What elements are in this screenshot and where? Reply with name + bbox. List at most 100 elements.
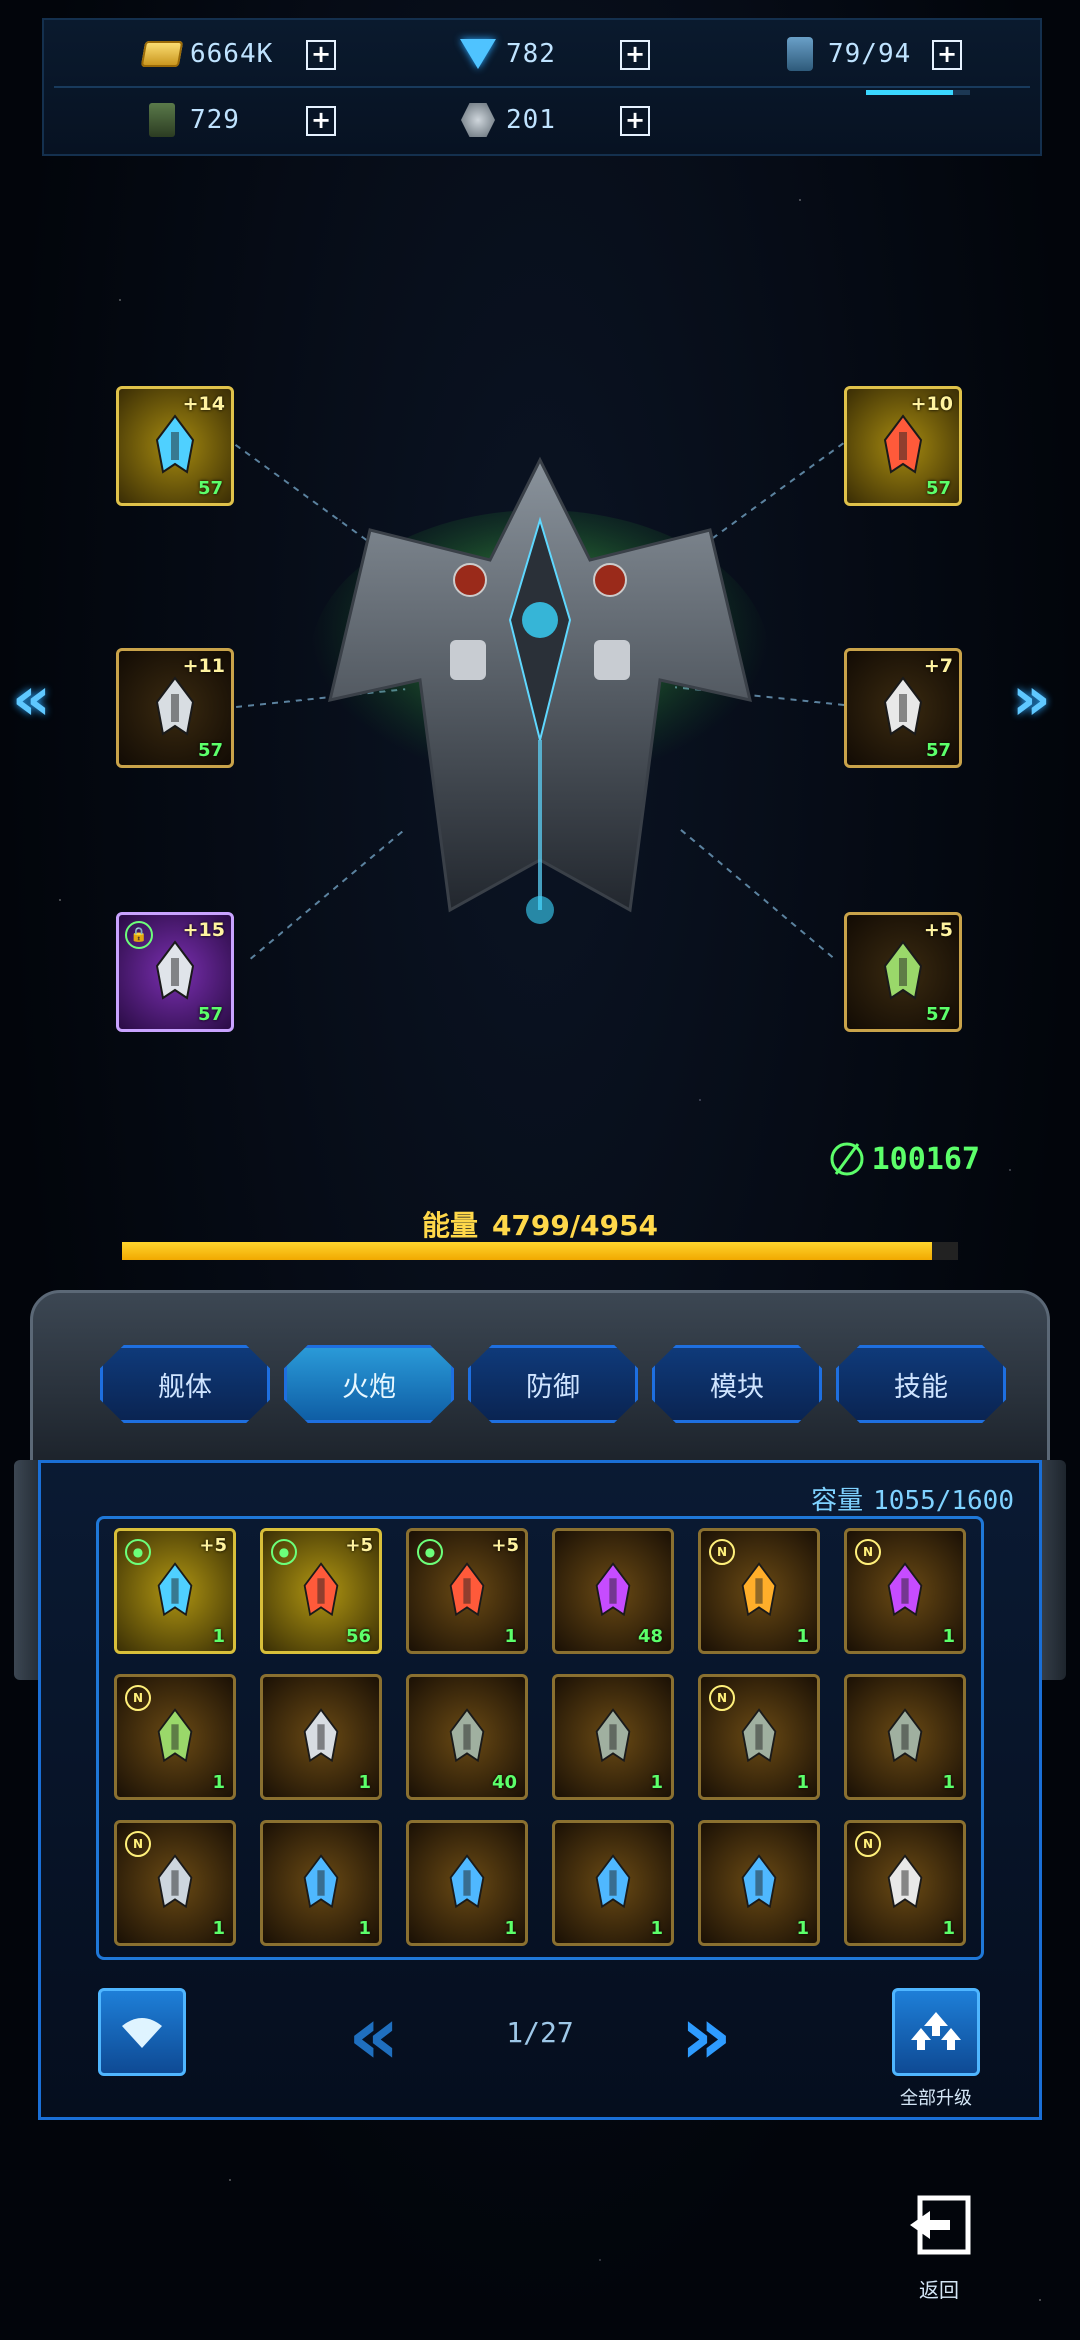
tab-skill[interactable]: 技能 (836, 1345, 1006, 1423)
gold-icon (140, 34, 184, 74)
resource-bar: 6664K + 782 + 79/94 + 729 + 201 + (42, 18, 1042, 156)
slot-count: 57 (197, 478, 223, 499)
energy-bar (122, 1242, 958, 1260)
add-gems-button[interactable]: + (620, 40, 650, 70)
slot-count: 57 (197, 1004, 223, 1025)
item-count: 1 (942, 1626, 955, 1647)
inventory-item[interactable]: 48 (552, 1528, 674, 1654)
item-level: +5 (199, 1535, 227, 1556)
fuel-progress-bar (866, 90, 970, 95)
equipped-slot[interactable]: +5 57 (844, 912, 962, 1032)
fuel-resource: 79/94 (780, 30, 911, 78)
inventory-item[interactable]: ● +5 1 (114, 1528, 236, 1654)
inventory-item[interactable]: ● +5 56 (260, 1528, 382, 1654)
new-badge: N (125, 1685, 151, 1711)
next-page-arrow[interactable]: » (680, 1996, 732, 2076)
shield-module-icon (449, 1708, 485, 1763)
combat-power-value: 100167 (871, 1141, 980, 1177)
inventory-item[interactable]: 1 (406, 1820, 528, 1946)
item-count: 1 (942, 1918, 955, 1939)
inventory-item[interactable]: 1 (260, 1674, 382, 1800)
upgrade-arrows-icon (911, 2012, 961, 2050)
slot-count: 57 (925, 478, 951, 499)
auto-equip-button[interactable] (98, 1988, 186, 2076)
item-count: 1 (942, 1772, 955, 1793)
tab-module[interactable]: 模块 (652, 1345, 822, 1423)
inventory-item[interactable]: 1 (844, 1674, 966, 1800)
item-count: 1 (650, 1772, 663, 1793)
engine-cylinder-icon (449, 1854, 485, 1909)
new-badge: N (855, 1831, 881, 1857)
parts-resource: 729 (142, 96, 240, 144)
item-count: 1 (504, 1918, 517, 1939)
flame-crystal-icon (741, 1562, 777, 1617)
slot-count: 57 (925, 1004, 951, 1025)
gem-value: 782 (506, 39, 556, 69)
lock-badge-icon: ● (417, 1539, 443, 1565)
add-alloy-button[interactable]: + (620, 106, 650, 136)
lock-badge-icon: ● (271, 1539, 297, 1565)
new-badge: N (709, 1685, 735, 1711)
energy-label: 能量 (421, 1209, 478, 1242)
engine-cylinder-icon (741, 1854, 777, 1909)
diamond-icon (458, 34, 498, 74)
add-parts-button[interactable]: + (306, 106, 336, 136)
tab-cannon[interactable]: 火炮 (284, 1345, 454, 1423)
equipped-slot[interactable]: +11 57 (116, 648, 234, 768)
item-count: 1 (650, 1918, 663, 1939)
shield-module-icon (887, 1708, 923, 1763)
equipped-slot[interactable]: 🔒 +15 57 (116, 912, 234, 1032)
cannon-blue-icon (157, 1562, 193, 1617)
new-badge: N (855, 1539, 881, 1565)
cannon-blue-icon (155, 414, 195, 474)
green-turret-icon (157, 1708, 193, 1763)
parts-box-icon (142, 100, 182, 140)
inventory-item[interactable]: N1 (844, 1528, 966, 1654)
inventory-item[interactable]: N1 (114, 1674, 236, 1800)
inventory-item[interactable]: N1 (698, 1674, 820, 1800)
energy-text: 能量 4799/4954 (0, 1204, 1080, 1244)
inventory-item[interactable]: 1 (698, 1820, 820, 1946)
inventory-item[interactable]: 1 (260, 1820, 382, 1946)
slot-count: 57 (197, 740, 223, 761)
back-button[interactable] (906, 2194, 972, 2256)
purple-crystal-icon (887, 1562, 923, 1617)
inventory-item[interactable]: ● +5 1 (406, 1528, 528, 1654)
item-count: 48 (637, 1626, 663, 1647)
add-gold-button[interactable]: + (306, 40, 336, 70)
fuel-tank-icon (780, 34, 820, 74)
alloy-hexagon-icon (458, 100, 498, 140)
inventory-item[interactable]: N1 (844, 1820, 966, 1946)
upgrade-all-label: 全部升级 (900, 2088, 972, 2109)
inventory-item[interactable]: 1 (552, 1674, 674, 1800)
parts-value: 729 (190, 105, 240, 135)
upgrade-all-button[interactable] (892, 1988, 980, 2076)
tab-hull[interactable]: 舰体 (100, 1345, 270, 1423)
previous-ship-arrow[interactable]: « (12, 664, 51, 734)
gold-value: 6664K (190, 39, 274, 69)
equipped-slot[interactable]: +14 57 (116, 386, 234, 506)
fan-icon (122, 2018, 162, 2048)
lock-badge-icon: ● (125, 1539, 151, 1565)
add-fuel-button[interactable]: + (932, 40, 962, 70)
equipped-slot[interactable]: +10 57 (844, 386, 962, 506)
resource-divider (54, 86, 1030, 88)
slot-level: +5 (923, 919, 953, 941)
slot-level: +11 (182, 655, 225, 677)
item-count: 1 (212, 1626, 225, 1647)
tab-defense[interactable]: 防御 (468, 1345, 638, 1423)
back-label: 返回 (919, 2278, 959, 2302)
twin-missile-icon (155, 940, 195, 1000)
cannon-red-icon (303, 1562, 339, 1617)
next-ship-arrow[interactable]: » (1012, 664, 1051, 734)
turret-silver-icon (155, 676, 195, 736)
engine-cylinder-icon (595, 1854, 631, 1909)
item-count: 1 (358, 1772, 371, 1793)
pod-turret-icon (157, 1854, 193, 1909)
equipped-slot[interactable]: +7 57 (844, 648, 962, 768)
inventory-item[interactable]: N1 (698, 1528, 820, 1654)
inventory-item[interactable]: 40 (406, 1674, 528, 1800)
turret-silver-icon (303, 1708, 339, 1763)
inventory-item[interactable]: 1 (552, 1820, 674, 1946)
inventory-item[interactable]: N1 (114, 1820, 236, 1946)
